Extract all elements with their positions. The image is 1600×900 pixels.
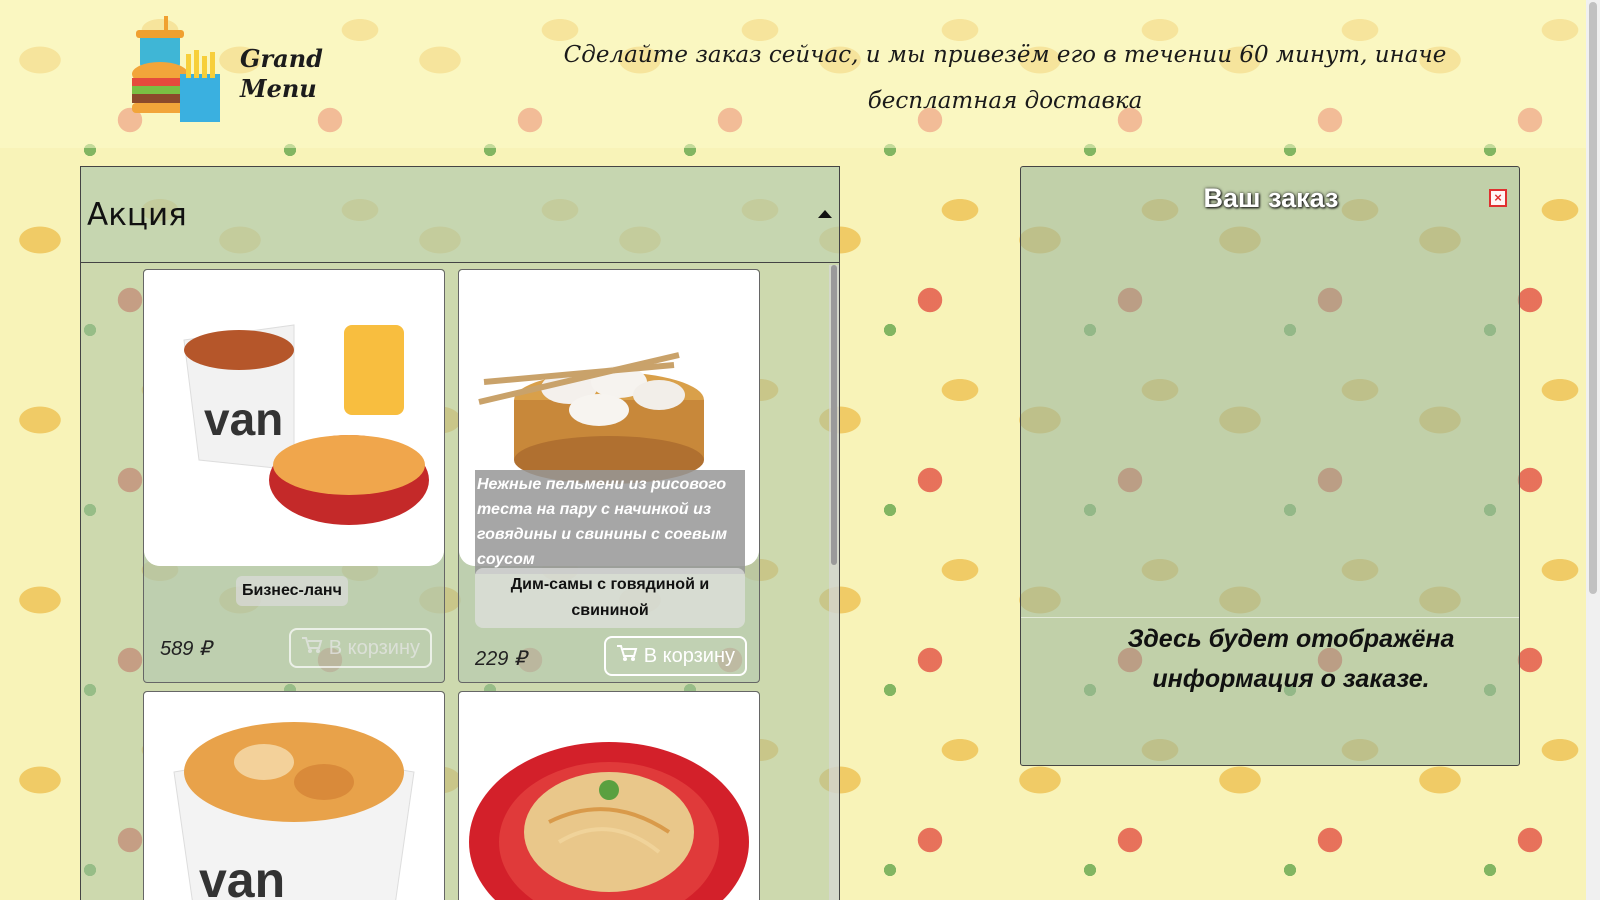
cart-button-label: В корзину [328, 636, 420, 659]
product-card: van Бизнес-ланч 589 ₽ В корзину [143, 269, 445, 683]
product-description: Нежные пельмени из рисового теста на пар… [475, 470, 745, 574]
cart-icon [616, 644, 638, 668]
chevron-up-icon[interactable] [815, 207, 835, 221]
logo-line-1: Grand [240, 44, 323, 73]
product-price: 589 ₽ [160, 638, 212, 660]
product-card: van [143, 691, 445, 900]
menu-panel: Акция van Бизнес-ланч 589 ₽ В корзину Не… [80, 166, 840, 900]
logo-line-2: Menu [240, 74, 317, 103]
cart-icon [301, 636, 323, 660]
product-card: Нежные пельмени из рисового теста на пар… [458, 269, 760, 683]
cart-button-label: В корзину [643, 644, 735, 667]
logo-text[interactable]: Grand Menu [240, 44, 350, 104]
order-info-text: Здесь будет отображёна информация о зака… [1127, 625, 1455, 693]
order-divider [1021, 617, 1519, 618]
menu-scrollbar-thumb[interactable] [831, 265, 837, 565]
menu-scrollbar[interactable] [829, 265, 839, 900]
product-name: Дим-самы с говядиной и свининой [475, 568, 745, 628]
business-lunch-image: van [144, 270, 444, 566]
section-title: Акция [87, 197, 187, 233]
add-to-cart-button[interactable]: В корзину [603, 636, 747, 676]
rice-noodles-image [459, 692, 759, 900]
order-title: Ваш заказ [1203, 183, 1339, 213]
product-price: 229 ₽ [475, 648, 527, 670]
page-scrollbar-thumb[interactable] [1589, 2, 1597, 594]
page-scrollbar[interactable] [1586, 0, 1600, 900]
svg-text:van: van [199, 852, 285, 900]
section-header[interactable]: Акция [81, 167, 839, 263]
product-card [458, 691, 760, 900]
order-panel: Ваш заказ × Здесь будет отображёна инфор… [1020, 166, 1520, 766]
tagline: Сделайте заказ сейчас, и мы привезём его… [563, 42, 1447, 114]
add-to-cart-button[interactable]: В корзину [288, 628, 432, 668]
svg-text:van: van [204, 393, 283, 445]
noodles-box-image: van [144, 692, 444, 900]
burger-logo-icon[interactable] [130, 16, 226, 124]
product-name: Бизнес-ланч [236, 576, 348, 606]
site-header: Grand Menu Сделайте заказ сейчас, и мы п… [0, 0, 1586, 148]
close-icon[interactable]: × [1489, 189, 1507, 207]
